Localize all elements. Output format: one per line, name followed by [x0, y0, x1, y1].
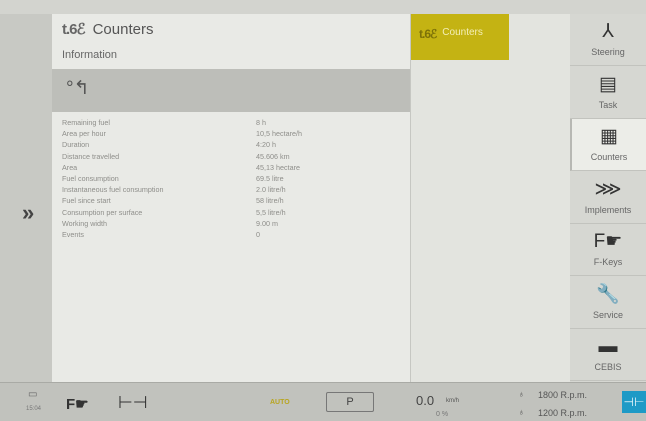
row-value: 58 litre/h — [256, 196, 284, 206]
slip-value: 0 % — [436, 411, 449, 418]
table-row: Consumption per surface 5,5 litre/h — [62, 207, 402, 218]
page-title: Counters — [92, 20, 154, 38]
engine-rpm: 1800 R.p.m. — [538, 390, 588, 400]
row-label: Events — [62, 229, 84, 239]
table-row: Duration 4:20 h — [62, 139, 402, 150]
middle-panel: t.6ℰ Counters — [410, 14, 570, 382]
steering-icon: ⅄ — [602, 21, 614, 42]
row-value: 0 — [256, 229, 260, 239]
left-strip: » — [0, 14, 52, 382]
right-sidebar: ⅄ Steering ▤ Task ▦ Counters ⋙ Implements F☛ F-Ke… — [570, 14, 646, 382]
hand-pointer-icon: F☛ — [593, 231, 623, 252]
table-row: Events 0 — [62, 229, 402, 240]
tab-counters[interactable]: t.6ℰ Counters — [411, 14, 509, 60]
sidebar-item-label: Implements — [584, 204, 632, 215]
pto-icon[interactable]: ⊣⊢ — [622, 391, 646, 413]
row-value: 69.5 litre — [256, 173, 284, 183]
table-row: Area 45,13 hectare — [62, 162, 402, 173]
speed-value: 0.0 — [416, 393, 435, 408]
table-row: Working width 9.00 m — [62, 218, 402, 229]
row-value: 8 h — [256, 118, 266, 127]
sidebar-item-label: Counters — [590, 152, 628, 162]
table-row: Instantaneous fuel consumption 2.0 litre/… — [62, 184, 402, 195]
sidebar-item-counters[interactable]: ▦ Counters — [570, 119, 646, 171]
sidebar-item-label: Steering — [591, 47, 625, 57]
row-label: Duration — [62, 140, 90, 150]
clipboard-icon: ▤ — [599, 73, 617, 95]
sidebar-item-f-keys[interactable]: F☛ F-Keys — [570, 224, 646, 276]
sidebar-item-label: Service — [592, 309, 623, 320]
row-value: 45,13 hectare — [256, 162, 300, 172]
status-bar: ▭ 15:04 F☛ ⊢⊣ AUTO P 0.0 km/h 0 % ♁ 1800… — [0, 382, 646, 421]
speed-unit: km/h — [446, 398, 460, 404]
table-row: Remaining fuel 8 h — [62, 117, 402, 128]
counters-tractor-icon: t.6ℰ — [419, 27, 437, 41]
row-value: 4:20 h — [256, 140, 276, 150]
row-value: 5,5 litre/h — [256, 207, 286, 217]
f-keys-hand-icon[interactable]: F☛ — [66, 395, 89, 413]
counters-tractor-icon: t.6ℰ — [62, 21, 86, 38]
sidebar-item-steering[interactable]: ⅄ Steering — [570, 14, 646, 66]
table-row: Fuel since start 58 litre/h — [62, 195, 402, 206]
pto-rpm: 1200 R.p.m. — [538, 408, 588, 418]
pto-rpm-icon: ♁ — [518, 407, 525, 417]
sidebar-item-service[interactable]: 🔧 Service — [570, 277, 646, 329]
counters-table: Remaining fuel 8 h Area per hour 10,5 hecta… — [62, 117, 402, 240]
table-row: Area per hour 10,5 hectare/h — [62, 128, 402, 139]
axle-icon[interactable]: ⊢⊣ — [118, 393, 148, 413]
row-label: Working width — [62, 218, 108, 228]
wrench-icon: 🔧 — [596, 283, 620, 305]
implement-icon: ⋙ — [594, 178, 622, 200]
terminal-screen: » t.6ℰ Counters Information °↰ Remaining… — [0, 0, 646, 421]
panel-header: t.6ℰ Counters — [52, 14, 410, 44]
sidebar-item-implements[interactable]: ⋙ Implements — [570, 172, 646, 224]
row-value: 10,5 hectare/h — [256, 129, 302, 139]
row-label: Distance travelled — [62, 151, 120, 161]
information-label: Information — [62, 49, 118, 61]
sidebar-item-task[interactable]: ▤ Task — [570, 67, 646, 119]
clock: 15:04 — [26, 406, 42, 412]
engine-rpm-icon: ♁ — [518, 389, 525, 399]
row-label: Area — [62, 162, 78, 172]
row-label: Remaining fuel — [62, 118, 110, 127]
sidebar-item-label: CEBIS — [594, 362, 622, 372]
gear-indicator: P — [326, 392, 374, 412]
counters-panel: t.6ℰ Counters Information °↰ Remaining f… — [52, 14, 410, 382]
counter-icon: ▦ — [600, 126, 618, 147]
tab-counters-label: Counters — [442, 27, 483, 38]
table-row: Distance travelled 45.606 km — [62, 151, 402, 162]
information-toolbar: °↰ — [52, 69, 410, 112]
sidebar-item-label: Task — [598, 99, 618, 110]
table-row: Fuel consumption 69.5 litre — [62, 173, 402, 184]
sidebar-item-label: F-Keys — [593, 257, 623, 267]
double-chevron-right-icon[interactable]: » — [22, 202, 34, 224]
row-label: Fuel consumption — [62, 173, 119, 183]
sidebar-item-cebis[interactable]: ▬ CEBIS — [570, 329, 646, 381]
row-value: 2.0 litre/h — [256, 185, 286, 195]
display-icon: ▭ — [28, 389, 38, 400]
row-label: Instantaneous fuel consumption — [62, 185, 164, 195]
monitor-icon: ▬ — [598, 336, 618, 357]
row-label: Fuel since start — [62, 196, 111, 206]
row-label: Consumption per surface — [62, 207, 143, 217]
row-value: 45.606 km — [256, 151, 290, 161]
row-label: Area per hour — [62, 129, 106, 139]
auto-indicator: AUTO — [270, 399, 290, 406]
row-value: 9.00 m — [256, 218, 278, 228]
back-arrow-icon[interactable]: °↰ — [66, 79, 90, 98]
